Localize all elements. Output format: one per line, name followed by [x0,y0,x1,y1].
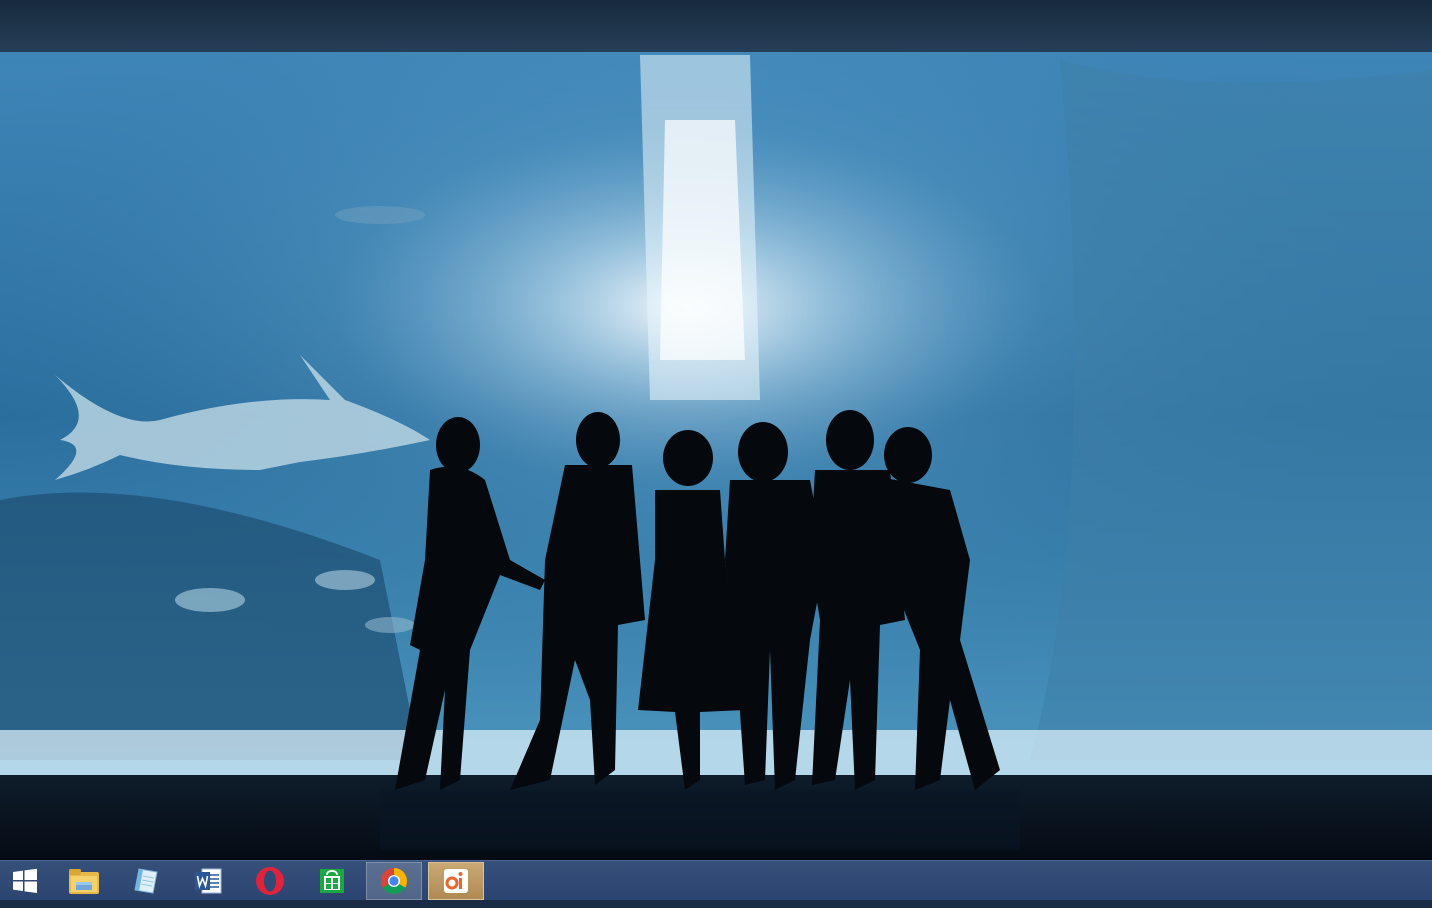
taskbar [0,860,1432,901]
photo-app-icon [444,869,468,893]
store-icon [320,869,344,893]
start-button[interactable] [0,862,50,900]
aquarium-wallpaper [0,0,1432,860]
word-icon [195,868,222,894]
desktop [0,0,1432,860]
opera-button[interactable] [242,862,298,900]
notepad-icon [134,868,158,894]
opera-icon [256,867,284,895]
windows-logo-icon [13,868,37,893]
word-button[interactable] [180,862,236,900]
notepad-button[interactable] [118,862,174,900]
folder-icon [69,869,99,894]
file-explorer-button[interactable] [56,862,112,900]
photo-app-button[interactable] [428,862,484,900]
store-button[interactable] [304,862,360,900]
chrome-button[interactable] [366,862,422,900]
chrome-icon [380,868,408,895]
taskbar-bottom-edge [0,900,1432,908]
